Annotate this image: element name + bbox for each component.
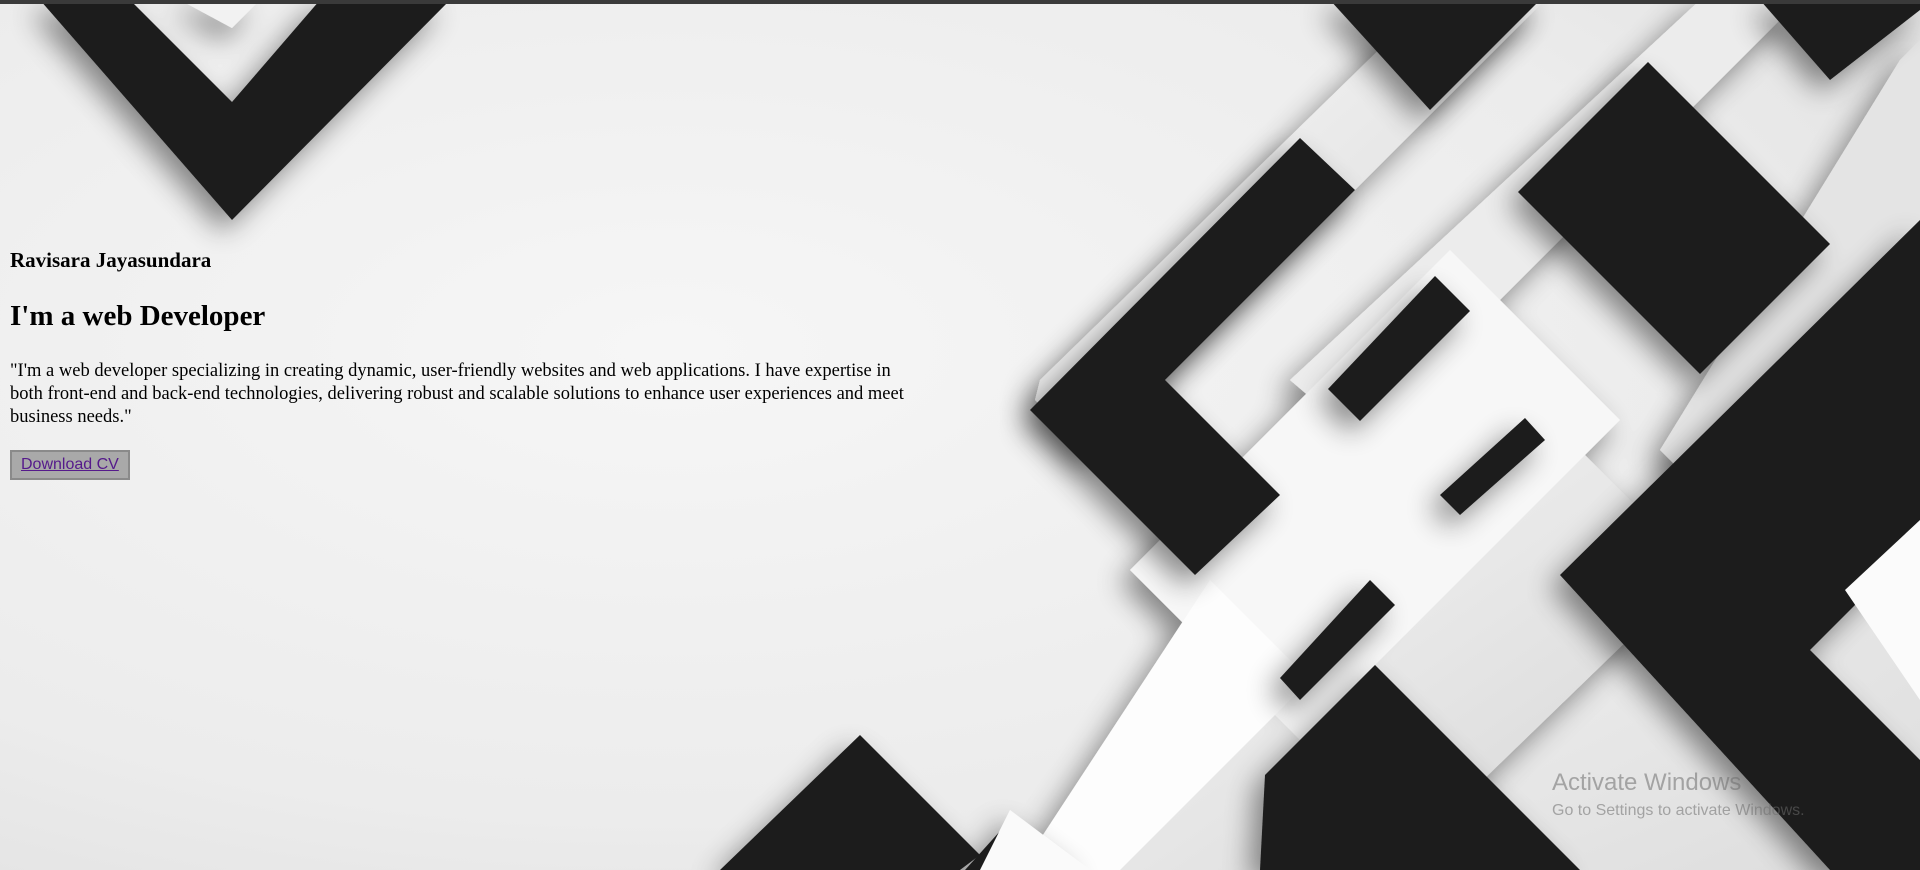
watermark-subtitle: Go to Settings to activate Windows. (1552, 802, 1805, 819)
windows-activation-watermark: Activate Windows Go to Settings to activ… (1552, 768, 1805, 822)
bio-paragraph: "I'm a web developer specializing in cre… (10, 360, 904, 427)
owner-name: Ravisara Jayasundara (10, 248, 212, 272)
browser-top-strip (0, 0, 1920, 4)
download-cv-button[interactable]: Download CV (10, 449, 130, 480)
hero-section: Ravisara Jayasundara I'm a web Developer… (10, 228, 910, 480)
watermark-title: Activate Windows (1552, 769, 1742, 796)
hero-headline: I'm a web Developer (10, 300, 266, 333)
